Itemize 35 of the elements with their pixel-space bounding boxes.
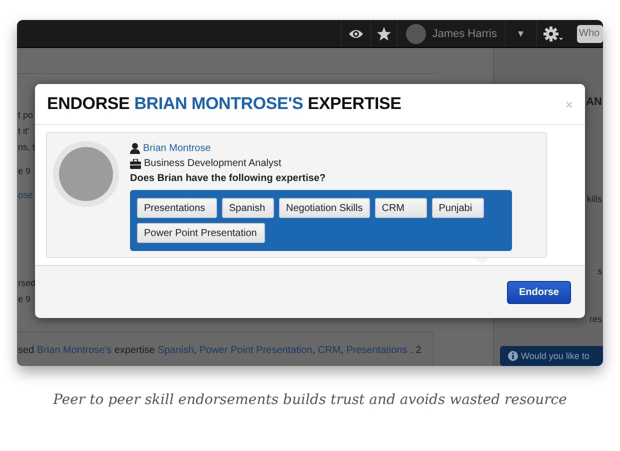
photo-placeholder (59, 147, 113, 201)
activity-text: sed Brian Montrose's expertise Spanish, Power Point Presentation, CRM, Presentations . 2 (18, 345, 422, 356)
feed-text: ns, t (18, 141, 36, 153)
sidebar-text: res (589, 314, 603, 324)
skill-tag[interactable]: Presentations (137, 198, 217, 218)
skill-tag[interactable]: Power Point Presentation (137, 223, 265, 243)
skill-tag[interactable]: CRM (374, 198, 427, 218)
skill-tag[interactable]: Negotiation Skills (279, 198, 370, 218)
person-name-link[interactable]: Brian Montrose (143, 143, 211, 154)
sidebar-text: s (598, 266, 603, 276)
dialog-title: ENDORSE BRIAN MONTROSE'S EXPERTISE (47, 94, 402, 114)
avatar-placeholder (406, 24, 426, 44)
star-icon (377, 26, 392, 40)
settings-icon (543, 26, 563, 42)
feed-text: e 9 (18, 165, 31, 177)
question-text: Does Brian have the following expertise? (130, 173, 327, 184)
job-title: Business Development Analyst (144, 158, 282, 169)
user-name-link[interactable]: James Harris (432, 28, 497, 40)
user-menu-caret[interactable]: ▾ (505, 20, 536, 47)
endorse-button[interactable]: Endorse (506, 280, 571, 304)
feed-text: t po (18, 109, 34, 121)
skill-tag[interactable]: Punjabi (432, 198, 484, 218)
briefcase-icon (130, 158, 141, 168)
feed-text: e 9 (18, 293, 31, 305)
info-icon (508, 351, 518, 361)
feed-text: rsed (18, 277, 36, 289)
feed-text: t it' (18, 125, 30, 137)
skill-tag[interactable]: Spanish (222, 198, 274, 218)
caption-text: Peer to peer skill endorsements builds trust and avoids wasted resource (52, 392, 568, 408)
sidebar-text: kills (587, 194, 603, 204)
user-icon (130, 143, 140, 154)
sidebar-heading: AN (586, 96, 603, 108)
eye-icon (348, 28, 364, 40)
prompt-button[interactable]: Would you like to (500, 346, 603, 366)
search-field[interactable]: Who (577, 24, 603, 42)
